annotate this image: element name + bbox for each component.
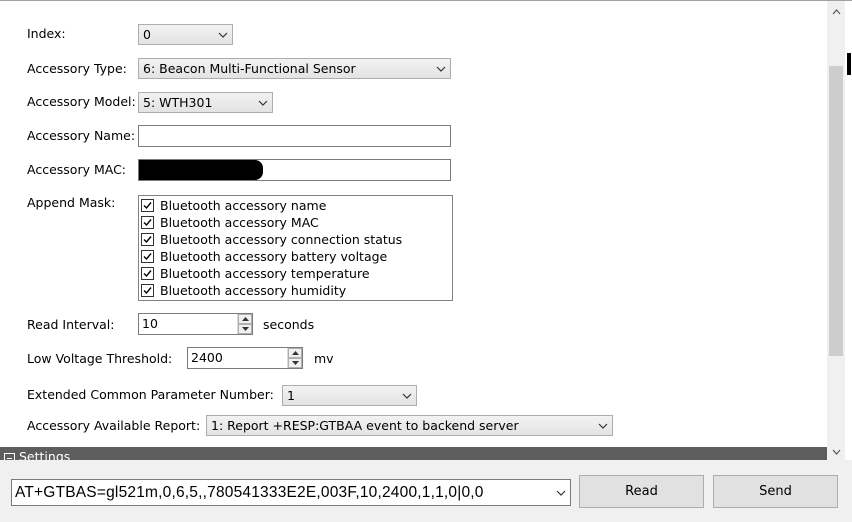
accessory-type-label: Accessory Type: (27, 61, 127, 76)
accessory-model-label: Accessory Model: (27, 94, 136, 109)
checkmark-icon[interactable] (141, 250, 154, 263)
spin-up-icon[interactable] (238, 314, 252, 324)
chevron-down-icon (254, 100, 272, 106)
accessory-type-value: 6: Beacon Multi-Functional Sensor (143, 61, 356, 76)
scroll-up-arrow-icon[interactable] (827, 3, 845, 20)
mask-item-label: Bluetooth accessory MAC (160, 215, 319, 230)
read-button[interactable]: Read (579, 475, 704, 508)
accessory-name-input[interactable] (138, 125, 451, 147)
vertical-scrollbar[interactable] (827, 1, 845, 460)
settings-section-header[interactable]: Settings (0, 447, 827, 460)
low-voltage-label: Low Voltage Threshold: (27, 351, 173, 366)
settings-section-title: Settings (19, 449, 71, 461)
append-mask-label: Append Mask: (27, 195, 116, 210)
index-select[interactable]: 0 (138, 24, 233, 45)
mask-item-connection-status[interactable]: Bluetooth accessory connection status (141, 231, 452, 248)
redacted-mac-value (139, 160, 263, 180)
command-combo[interactable]: AT+GTBAS=gl521m,0,6,5,,780541333E2E,003F… (11, 479, 571, 506)
read-interval-label: Read Interval: (27, 317, 115, 332)
config-window: Index: 0 Accessory Type: 6: Beacon Multi… (0, 0, 852, 522)
mask-item-label: Bluetooth accessory connection status (160, 232, 403, 247)
ext-param-label: Extended Common Parameter Number: (27, 387, 274, 402)
spin-down-icon[interactable] (238, 324, 252, 334)
stepper-buttons (237, 314, 252, 334)
send-button[interactable]: Send (713, 475, 838, 508)
index-label: Index: (27, 26, 66, 41)
collapse-box-icon[interactable] (4, 453, 15, 460)
mask-item-mac[interactable]: Bluetooth accessory MAC (141, 214, 452, 231)
mask-item-temperature[interactable]: Bluetooth accessory temperature (141, 265, 452, 282)
checkmark-icon[interactable] (141, 199, 154, 212)
accessory-name-label: Accessory Name: (27, 128, 136, 143)
available-report-value: 1: Report +RESP:GTBAA event to backend s… (211, 418, 519, 433)
low-voltage-stepper[interactable]: 2400 (187, 347, 303, 369)
chevron-down-icon (214, 32, 232, 38)
mask-item-label: Bluetooth accessory name (160, 198, 327, 213)
mask-item-humidity[interactable]: Bluetooth accessory humidity (141, 282, 452, 299)
mask-item-label: Bluetooth accessory temperature (160, 266, 370, 281)
form-panel: Index: 0 Accessory Type: 6: Beacon Multi… (0, 1, 827, 447)
checkmark-icon[interactable] (141, 284, 154, 297)
checkmark-icon[interactable] (141, 233, 154, 246)
available-report-select[interactable]: 1: Report +RESP:GTBAA event to backend s… (206, 415, 613, 436)
low-voltage-value: 2400 (191, 350, 223, 365)
mask-item-battery-voltage[interactable]: Bluetooth accessory battery voltage (141, 248, 452, 265)
scroll-down-arrow-icon[interactable] (827, 443, 845, 460)
checkmark-icon[interactable] (141, 216, 154, 229)
spin-down-icon[interactable] (288, 358, 302, 368)
index-select-value: 0 (143, 27, 151, 42)
read-interval-value: 10 (142, 316, 158, 331)
spin-up-icon[interactable] (288, 348, 302, 358)
chevron-down-icon (432, 66, 450, 72)
read-interval-unit: seconds (263, 317, 315, 332)
accessory-mac-input[interactable] (138, 159, 451, 181)
accessory-type-select[interactable]: 6: Beacon Multi-Functional Sensor (138, 58, 451, 79)
chevron-down-icon (398, 393, 416, 399)
append-mask-list: Bluetooth accessory name Bluetooth acces… (138, 195, 453, 301)
command-value[interactable]: AT+GTBAS=gl521m,0,6,5,,780541333E2E,003F… (12, 484, 552, 502)
mask-item-label: Bluetooth accessory humidity (160, 283, 347, 298)
scrollbar-thumb[interactable] (829, 66, 843, 356)
available-report-label: Accessory Available Report: (27, 418, 201, 433)
command-bar: AT+GTBAS=gl521m,0,6,5,,780541333E2E,003F… (0, 460, 852, 522)
mask-item-label: Bluetooth accessory battery voltage (160, 249, 388, 264)
chevron-down-icon (594, 423, 612, 429)
checkmark-icon[interactable] (141, 267, 154, 280)
chevron-down-icon[interactable] (552, 490, 570, 496)
accessory-model-select[interactable]: 5: WTH301 (138, 92, 273, 113)
accessory-model-value: 5: WTH301 (143, 95, 213, 110)
ext-param-value: 1 (287, 388, 295, 403)
accessory-mac-label: Accessory MAC: (27, 162, 127, 177)
low-voltage-unit: mv (314, 351, 334, 366)
mask-item-name[interactable]: Bluetooth accessory name (141, 197, 452, 214)
outer-scroll-edge (845, 1, 852, 460)
stepper-buttons (287, 348, 302, 368)
outer-scroll-thumb[interactable] (847, 53, 851, 75)
ext-param-select[interactable]: 1 (282, 385, 417, 406)
read-interval-stepper[interactable]: 10 (138, 313, 253, 335)
